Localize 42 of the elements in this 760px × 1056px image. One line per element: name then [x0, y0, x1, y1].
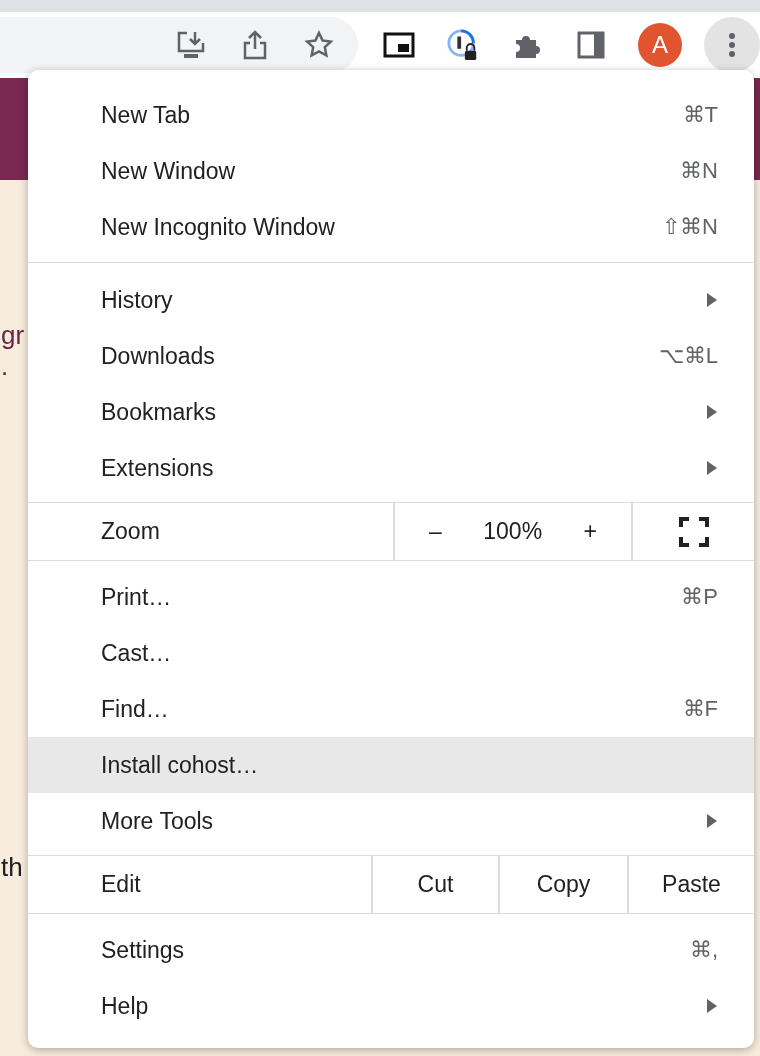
edit-action-button[interactable]: Cut [371, 856, 498, 913]
edit-label: Edit [100, 870, 142, 899]
menu-item[interactable]: New Tab ⌘T [28, 87, 754, 143]
menu-item[interactable]: More Tools [28, 793, 754, 849]
address-bar[interactable] [0, 17, 358, 73]
zoom-level: 100% [483, 518, 543, 545]
menu-item[interactable]: Cast… [28, 625, 754, 681]
menu-item[interactable]: New Incognito Window ⇧⌘N [28, 199, 754, 255]
profile-avatar[interactable]: A [638, 23, 682, 67]
submenu-arrow-icon [706, 292, 718, 308]
shortcut-label: ⌘T [682, 102, 718, 128]
page-text: . [1, 351, 9, 383]
shortcut-label: ⌘P [681, 584, 718, 610]
submenu-arrow-icon [706, 998, 718, 1014]
menu-item[interactable]: New Window ⌘N [28, 143, 754, 199]
submenu-arrow-icon [706, 404, 718, 420]
fullscreen-icon[interactable] [678, 516, 709, 547]
edit-action-button[interactable]: Copy [498, 856, 627, 913]
edit-action-button[interactable]: Paste [627, 856, 754, 913]
shortcut-label: ⌥⌘L [658, 343, 718, 369]
menu-item[interactable]: Help [28, 978, 754, 1034]
page-text: gr [1, 320, 25, 352]
submenu-arrow-icon [706, 460, 718, 476]
kebab-icon [728, 32, 736, 58]
shortcut-label: ⇧⌘N [662, 214, 718, 240]
more-menu-button[interactable] [704, 17, 760, 73]
menu-item[interactable]: Find… ⌘F [28, 681, 754, 737]
menu-item[interactable]: Downloads ⌥⌘L [28, 328, 754, 384]
zoom-in-button[interactable]: + [573, 518, 607, 545]
menu-item[interactable]: Bookmarks [28, 384, 754, 440]
menu-item[interactable]: Install cohost… [28, 737, 754, 793]
shortcut-label: ⌘, [689, 937, 718, 963]
menu-item[interactable]: Settings ⌘, [28, 922, 754, 978]
submenu-arrow-icon [706, 813, 718, 829]
menu-item[interactable]: Print… ⌘P [28, 569, 754, 625]
shortcut-label: ⌘F [682, 696, 718, 722]
zoom-out-button[interactable]: – [419, 518, 452, 545]
shortcut-label: ⌘N [680, 158, 718, 184]
menu-item[interactable]: Extensions [28, 440, 754, 496]
page-text: th [1, 852, 23, 884]
menu-item[interactable]: History [28, 272, 754, 328]
zoom-label: Zoom [100, 517, 161, 546]
